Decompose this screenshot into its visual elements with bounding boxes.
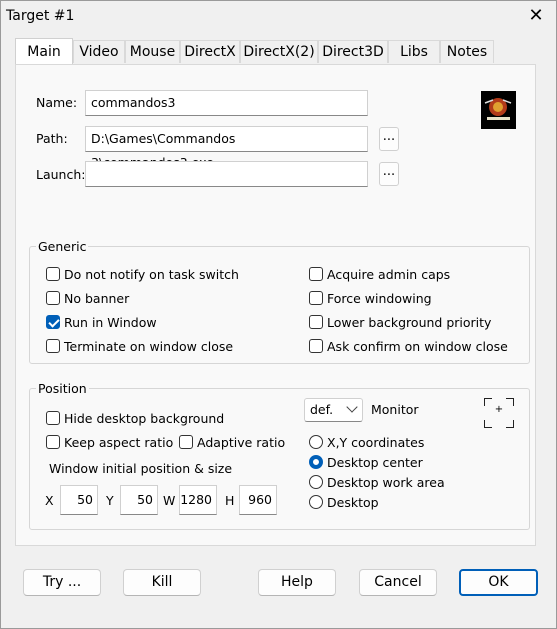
run-in-window-label: Run in Window (64, 315, 157, 330)
ask-confirm-label: Ask confirm on window close (327, 339, 508, 354)
tab-libs[interactable]: Libs (388, 40, 440, 63)
launch-label: Launch: (36, 167, 86, 182)
h-field[interactable]: 960 (239, 485, 277, 515)
game-icon (481, 91, 516, 129)
adaptive-ratio-label: Adaptive ratio (197, 435, 286, 450)
help-button[interactable]: Help (258, 569, 336, 596)
tab-directx2[interactable]: DirectX(2) (240, 40, 318, 63)
monitor-label: Monitor (371, 402, 419, 417)
radio-xy-coordinates[interactable] (309, 435, 323, 449)
name-label: Name: (36, 95, 78, 110)
crosshair-glyph: + (494, 404, 504, 415)
radio-desktop-work-area[interactable] (309, 475, 323, 489)
close-icon[interactable]: ✕ (520, 2, 552, 30)
radio-desktop-center[interactable] (309, 455, 323, 469)
admin-caps-label: Acquire admin caps (327, 267, 451, 282)
radio-desktop[interactable] (309, 495, 323, 509)
hide-desktop-checkbox[interactable] (46, 411, 60, 425)
tab-directx[interactable]: DirectX (180, 40, 240, 63)
monitor-select-value: def. (310, 402, 334, 417)
monitor-select[interactable]: def. (304, 398, 363, 422)
radio-xy-coordinates-label: X,Y coordinates (327, 435, 425, 450)
try-button[interactable]: Try ... (23, 569, 101, 596)
keep-aspect-label: Keep aspect ratio (64, 435, 174, 450)
run-in-window-checkbox[interactable] (46, 315, 60, 329)
h-label: H (225, 493, 235, 508)
tab-main[interactable]: Main (15, 38, 73, 65)
no-banner-checkbox[interactable] (46, 291, 60, 305)
path-browse-button[interactable]: ... (379, 127, 399, 151)
position-group (29, 388, 530, 530)
lower-priority-label: Lower background priority (327, 315, 492, 330)
y-field[interactable]: 50 (120, 485, 158, 515)
launch-browse-button[interactable]: ... (379, 162, 399, 186)
generic-group-label: Generic (36, 239, 89, 254)
chevron-down-icon (346, 401, 358, 413)
name-field[interactable]: commandos3 (85, 90, 368, 116)
crosshair-icon[interactable]: + (484, 398, 514, 428)
init-position-label: Window initial position & size (49, 461, 233, 476)
tab-mouse[interactable]: Mouse (125, 40, 180, 63)
w-field[interactable]: 1280 (179, 485, 217, 515)
admin-caps-checkbox[interactable] (309, 267, 323, 281)
lower-priority-checkbox[interactable] (309, 315, 323, 329)
force-windowing-checkbox[interactable] (309, 291, 323, 305)
no-notify-checkbox[interactable] (46, 267, 60, 281)
terminate-on-close-label: Terminate on window close (64, 339, 234, 354)
tab-notes[interactable]: Notes (440, 40, 494, 63)
path-label: Path: (36, 131, 68, 146)
path-field[interactable]: D:\Games\Commandos 3\commandos3.exe (85, 126, 368, 170)
w-label: W (163, 493, 176, 508)
cancel-button[interactable]: Cancel (359, 569, 437, 596)
radio-desktop-work-area-label: Desktop work area (327, 475, 445, 490)
no-notify-label: Do not notify on task switch (64, 267, 239, 282)
kill-button[interactable]: Kill (123, 569, 201, 596)
x-field[interactable]: 50 (60, 485, 98, 515)
no-banner-label: No banner (64, 291, 130, 306)
launch-field[interactable] (85, 161, 368, 187)
adaptive-ratio-checkbox[interactable] (179, 435, 193, 449)
x-label: X (45, 493, 54, 508)
radio-desktop-label: Desktop (327, 495, 379, 510)
radio-desktop-center-label: Desktop center (327, 455, 423, 470)
ask-confirm-checkbox[interactable] (309, 339, 323, 353)
y-label: Y (106, 493, 114, 508)
force-windowing-label: Force windowing (327, 291, 432, 306)
tab-video[interactable]: Video (73, 40, 125, 63)
window-title: Target #1 (6, 8, 75, 24)
tab-direct3d[interactable]: Direct3D (318, 40, 388, 63)
terminate-on-close-checkbox[interactable] (46, 339, 60, 353)
position-group-label: Position (36, 381, 89, 396)
keep-aspect-checkbox[interactable] (46, 435, 60, 449)
hide-desktop-label: Hide desktop background (64, 411, 225, 426)
ok-button[interactable]: OK (459, 569, 538, 596)
